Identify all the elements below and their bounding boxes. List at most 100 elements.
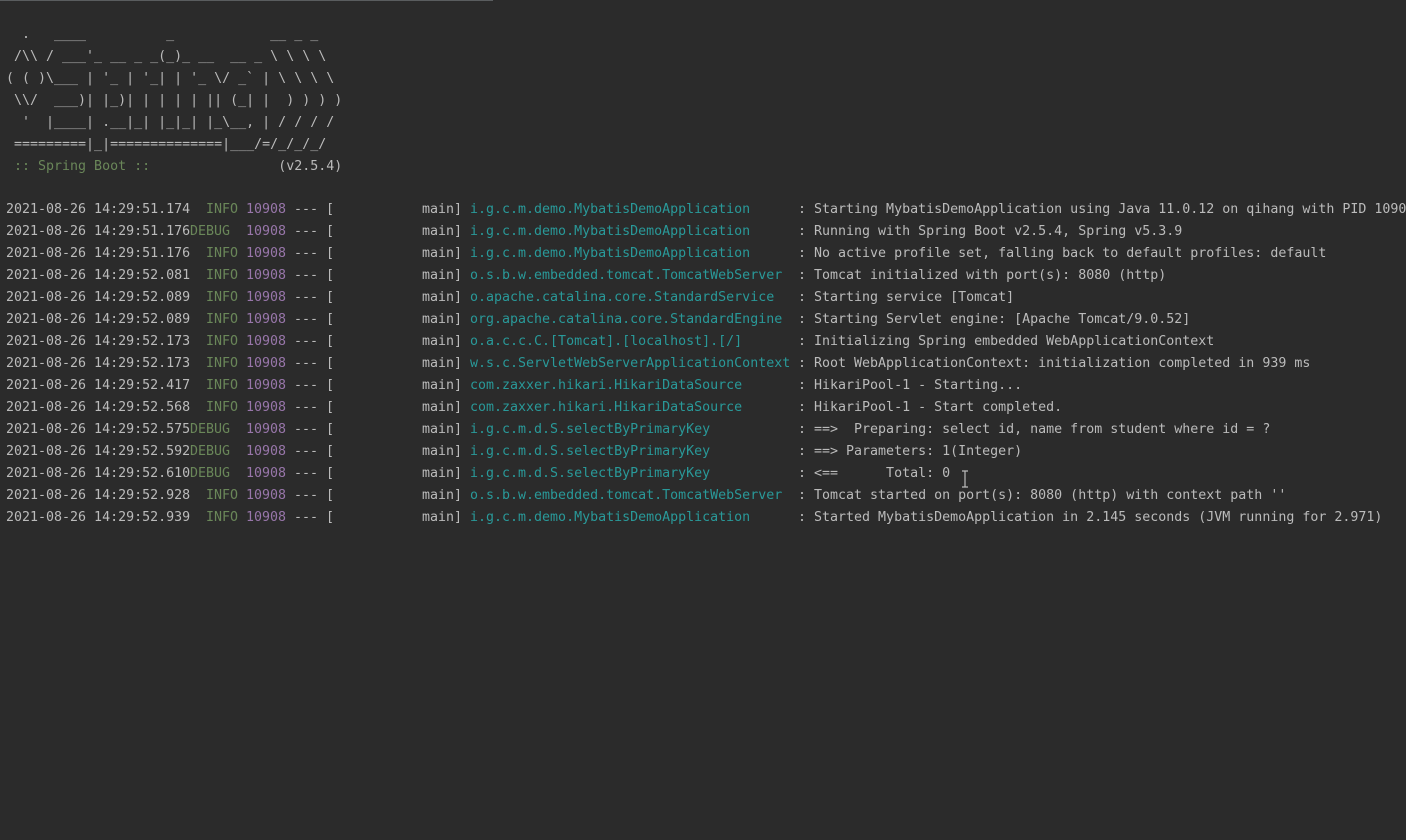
log-thread: main]	[422, 400, 463, 415]
log-level: INFO	[206, 312, 239, 327]
log-pid: 10908	[246, 290, 287, 305]
log-message: : Tomcat started on port(s): 8080 (http)…	[798, 488, 1287, 503]
log-logger-name[interactable]: i.g.c.m.d.S.selectByPrimaryKey	[470, 419, 710, 441]
log-separator: --- [	[294, 268, 335, 283]
log-row: 2021-08-26 14:29:52.928 INFO 10908 --- [mai…	[6, 485, 1406, 507]
log-thread: main]	[422, 268, 463, 283]
log-timestamp: 2021-08-26 14:29:51.176	[6, 246, 191, 261]
log-pid: 10908	[246, 246, 287, 261]
log-timestamp: 2021-08-26 14:29:52.417	[6, 378, 191, 393]
log-row: 2021-08-26 14:29:52.939 INFO 10908 --- [ mai…	[6, 507, 1406, 529]
log-row: 2021-08-26 14:29:52.089 INFO 10908 --- [mai…	[6, 309, 1406, 331]
log-level: DEBUG	[190, 422, 231, 437]
log-separator: --- [	[294, 334, 335, 349]
console-top-divider	[0, 0, 493, 1]
log-message: : Initializing Spring embedded WebApplic…	[798, 334, 1215, 349]
log-level: INFO	[206, 290, 239, 305]
log-logger-name[interactable]: i.g.c.m.demo.MybatisDemoApplication	[470, 221, 750, 243]
log-thread: main]	[422, 378, 463, 393]
log-timestamp: 2021-08-26 14:29:52.089	[6, 312, 191, 327]
log-timestamp: 2021-08-26 14:29:51.174	[6, 202, 191, 217]
log-message: : HikariPool-1 - Start completed.	[798, 400, 1063, 415]
banner-line: . ____ _ __ _ _	[6, 27, 319, 42]
log-timestamp: 2021-08-26 14:29:52.939	[6, 510, 191, 525]
log-separator: --- [	[294, 224, 335, 239]
log-message: : HikariPool-1 - Starting...	[798, 378, 1023, 393]
log-level: INFO	[206, 268, 239, 283]
log-thread: main]	[422, 466, 463, 481]
log-level: INFO	[206, 202, 239, 217]
log-pid: 10908	[246, 400, 287, 415]
log-logger-name[interactable]: i.g.c.m.d.S.selectByPrimaryKey	[470, 463, 710, 485]
log-thread: main]	[422, 444, 463, 459]
log-level: DEBUG	[190, 224, 231, 239]
log-logger-name[interactable]: w.s.c.ServletWebServerApplicationContext	[470, 353, 790, 375]
log-level: INFO	[206, 246, 239, 261]
log-separator: --- [	[294, 422, 335, 437]
log-logger-name[interactable]: i.g.c.m.demo.MybatisDemoApplication	[470, 243, 750, 265]
log-row: 2021-08-26 14:29:52.610 DEBUG 10908 --- [ma…	[6, 463, 1406, 485]
log-row: 2021-08-26 14:29:52.592 DEBUG 10908 --- [ ma…	[6, 441, 1406, 463]
log-logger-name[interactable]: o.a.c.c.C.[Tomcat].[localhost].[/]	[470, 331, 742, 353]
log-logger-name[interactable]: i.g.c.m.demo.MybatisDemoApplication	[470, 507, 750, 529]
log-message: : Tomcat initialized with port(s): 8080 …	[798, 268, 1167, 283]
log-pid: 10908	[246, 268, 287, 283]
banner-line: ' |____| .__|_| |_|_| |_\__, | / / / /	[6, 115, 335, 130]
log-message: : Starting Servlet engine: [Apache Tomca…	[798, 312, 1191, 327]
log-timestamp: 2021-08-26 14:29:52.568	[6, 400, 191, 415]
log-level: INFO	[206, 356, 239, 371]
log-thread: main]	[422, 334, 463, 349]
banner-line: =========|_|==============|___/=/_/_/_/	[6, 137, 327, 152]
log-logger-name[interactable]: com.zaxxer.hikari.HikariDataSource	[470, 397, 742, 419]
log-pid: 10908	[246, 224, 287, 239]
log-output[interactable]: 2021-08-26 14:29:51.174 INFO 10908 --- [ mai…	[6, 199, 1406, 529]
log-separator: --- [	[294, 246, 335, 261]
log-thread: main]	[422, 202, 463, 217]
log-separator: --- [	[294, 444, 335, 459]
log-thread: main]	[422, 246, 463, 261]
log-logger-name[interactable]: i.g.c.m.demo.MybatisDemoApplication	[470, 199, 750, 221]
log-message: : <== Total: 0	[798, 466, 951, 481]
log-thread: main]	[422, 488, 463, 503]
log-pid: 10908	[246, 444, 287, 459]
log-level: INFO	[206, 488, 239, 503]
log-logger-name[interactable]: o.s.b.w.embedded.tomcat.TomcatWebServer	[470, 265, 782, 287]
log-row: 2021-08-26 14:29:52.575 DEBUG 10908 --- [ma…	[6, 419, 1406, 441]
log-timestamp: 2021-08-26 14:29:52.081	[6, 268, 191, 283]
run-console[interactable]: . ____ _ __ _ _ /\\ / ___'_ __ _ _(_)_ _…	[0, 0, 1406, 840]
spring-banner: . ____ _ __ _ _ /\\ / ___'_ __ _ _(_)_ _…	[6, 24, 342, 178]
log-thread: main]	[422, 224, 463, 239]
log-level: INFO	[206, 510, 239, 525]
log-timestamp: 2021-08-26 14:29:52.592	[6, 444, 191, 459]
log-row: 2021-08-26 14:29:52.081 INFO 10908 --- [ mai…	[6, 265, 1406, 287]
log-separator: --- [	[294, 312, 335, 327]
log-message: : No active profile set, falling back to…	[798, 246, 1327, 261]
log-message: : ==> Parameters: 1(Integer)	[798, 444, 1023, 459]
log-logger-name[interactable]: o.apache.catalina.core.StandardService	[470, 287, 774, 309]
log-logger-name[interactable]: o.s.b.w.embedded.tomcat.TomcatWebServer	[470, 485, 782, 507]
log-thread: main]	[422, 422, 463, 437]
log-thread: main]	[422, 510, 463, 525]
log-pid: 10908	[246, 510, 287, 525]
text-cursor-icon	[962, 470, 968, 488]
log-message: : Root WebApplicationContext: initializa…	[798, 356, 1311, 371]
log-pid: 10908	[246, 356, 287, 371]
log-level: DEBUG	[190, 444, 231, 459]
log-row: 2021-08-26 14:29:52.173 INFO 10908 --- [mai…	[6, 353, 1406, 375]
spring-boot-version-line: :: Spring Boot :: (v2.5.4)	[6, 156, 342, 178]
log-pid: 10908	[246, 312, 287, 327]
log-timestamp: 2021-08-26 14:29:52.089	[6, 290, 191, 305]
banner-line: \\/ ___)| |_)| | | | | || (_| | ) ) ) )	[6, 93, 343, 108]
log-logger-name[interactable]: com.zaxxer.hikari.HikariDataSource	[470, 375, 742, 397]
log-pid: 10908	[246, 466, 287, 481]
log-timestamp: 2021-08-26 14:29:52.173	[6, 356, 191, 371]
log-separator: --- [	[294, 378, 335, 393]
log-timestamp: 2021-08-26 14:29:52.610	[6, 466, 191, 481]
log-row: 2021-08-26 14:29:52.173 INFO 10908 --- [mai…	[6, 331, 1406, 353]
banner-line: /\\ / ___'_ __ _ _(_)_ __ __ _ \ \ \ \	[6, 49, 327, 64]
log-message: : ==> Preparing: select id, name from st…	[798, 422, 1271, 437]
log-separator: --- [	[294, 510, 335, 525]
log-level: INFO	[206, 400, 239, 415]
log-logger-name[interactable]: org.apache.catalina.core.StandardEngine	[470, 309, 782, 331]
log-logger-name[interactable]: i.g.c.m.d.S.selectByPrimaryKey	[470, 441, 710, 463]
